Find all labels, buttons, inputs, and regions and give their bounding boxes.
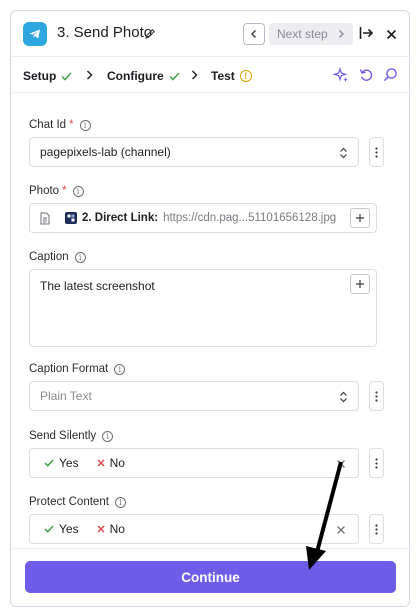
- clear-icon[interactable]: [336, 525, 346, 535]
- continue-button[interactable]: Continue: [25, 561, 396, 593]
- caption-textarea[interactable]: The latest screenshot: [29, 269, 377, 347]
- refresh-icon[interactable]: [359, 67, 374, 83]
- chevron-right-icon: [87, 70, 93, 80]
- photo-input[interactable]: 2. Direct Link: https://cdn.pag...511016…: [29, 203, 377, 233]
- caption-format-field: Caption Format i Plain Text: [29, 363, 384, 411]
- no-label: No: [109, 456, 125, 470]
- document-icon: [40, 212, 50, 224]
- more-options-button[interactable]: [369, 448, 384, 478]
- source-step-label: 2. Direct Link:: [82, 212, 159, 224]
- clear-icon[interactable]: [336, 459, 346, 469]
- kebab-icon: [375, 523, 378, 535]
- info-icon[interactable]: i: [114, 496, 126, 508]
- select-placeholder: Plain Text: [40, 389, 92, 403]
- caption-value: The latest screenshot: [40, 279, 155, 293]
- updown-chevron-icon: [340, 391, 347, 403]
- field-label: Chat Id: [29, 119, 67, 131]
- field-label: Caption: [29, 251, 69, 263]
- info-icon[interactable]: i: [72, 185, 84, 197]
- add-value-button[interactable]: [350, 208, 370, 228]
- step-title: 3. Send Photo: [57, 24, 153, 41]
- send-silently-toggle[interactable]: Yes No: [29, 448, 359, 478]
- kebab-icon: [375, 457, 378, 469]
- expand-right-icon[interactable]: [359, 25, 375, 46]
- kebab-icon: [375, 390, 378, 402]
- field-label: Protect Content: [29, 496, 109, 508]
- step-label: Configure: [107, 69, 164, 83]
- protect-content-field: Protect Content i Yes No: [29, 496, 384, 544]
- x-icon: [97, 459, 105, 467]
- field-label: Photo: [29, 185, 60, 197]
- check-icon: [44, 459, 54, 467]
- step-label: Setup: [23, 69, 57, 83]
- step-configure[interactable]: Configure: [107, 69, 180, 83]
- form-body: Chat Id * i pagepixels-lab (channel) Pho…: [11, 93, 409, 548]
- chat-id-select[interactable]: pagepixels-lab (channel): [29, 137, 359, 167]
- no-option[interactable]: No: [97, 522, 125, 536]
- info-icon[interactable]: i: [114, 363, 126, 375]
- chat-id-field: Chat Id * i pagepixels-lab (channel): [29, 119, 384, 167]
- check-icon: [44, 525, 54, 533]
- step-label: Test: [211, 69, 235, 83]
- next-step-label: Next step: [277, 27, 328, 41]
- step-panel: 3. Send Photo Next step Setup Configure: [10, 10, 410, 607]
- chevron-right-icon: [339, 30, 344, 38]
- no-option[interactable]: No: [97, 456, 125, 470]
- pagepixels-logo: [65, 212, 77, 224]
- required-mark: *: [69, 119, 74, 131]
- panel-header: 3. Send Photo Next step: [11, 11, 409, 57]
- updown-chevron-icon: [340, 147, 347, 159]
- yes-label: Yes: [59, 522, 79, 536]
- previous-step-button[interactable]: [243, 23, 265, 45]
- field-label: Send Silently: [29, 430, 97, 442]
- required-mark: *: [62, 185, 67, 197]
- info-icon[interactable]: i: [102, 430, 114, 442]
- more-options-button[interactable]: [369, 381, 384, 411]
- photo-field: Photo * i 2. Direct Link: https://cdn.pa…: [29, 185, 379, 233]
- chevron-right-icon: [192, 70, 198, 80]
- panel-footer: Continue: [11, 548, 409, 606]
- plus-icon: [356, 280, 364, 288]
- yes-option[interactable]: Yes: [44, 456, 79, 470]
- ai-sparkle-icon[interactable]: [333, 67, 349, 83]
- more-options-button[interactable]: [369, 137, 384, 167]
- field-label: Caption Format: [29, 363, 109, 375]
- plus-icon: [356, 214, 364, 222]
- caption-field: Caption i The latest screenshot: [29, 251, 379, 347]
- x-icon: [97, 525, 105, 533]
- close-icon[interactable]: [386, 27, 397, 45]
- yes-label: Yes: [59, 456, 79, 470]
- kebab-icon: [375, 146, 378, 158]
- add-value-button[interactable]: [350, 274, 370, 294]
- chevron-left-icon: [251, 30, 256, 38]
- info-icon[interactable]: i: [74, 251, 86, 263]
- send-silently-field: Send Silently i Yes No: [29, 430, 384, 478]
- select-value: pagepixels-lab (channel): [40, 145, 171, 159]
- steps-nav: Setup Configure Test !: [11, 57, 409, 93]
- more-options-button[interactable]: [369, 514, 384, 544]
- no-label: No: [109, 522, 125, 536]
- pencil-icon[interactable]: [144, 27, 156, 45]
- step-setup[interactable]: Setup: [23, 69, 72, 83]
- protect-content-toggle[interactable]: Yes No: [29, 514, 359, 544]
- check-icon: [169, 71, 180, 81]
- warning-icon: !: [239, 70, 252, 82]
- check-icon: [61, 71, 72, 81]
- next-step-button[interactable]: Next step: [269, 23, 353, 45]
- photo-url-value: https://cdn.pag...51101656128.jpg: [163, 212, 337, 224]
- telegram-logo: [23, 22, 47, 46]
- info-icon[interactable]: i: [79, 119, 91, 131]
- caption-format-select[interactable]: Plain Text: [29, 381, 359, 411]
- yes-option[interactable]: Yes: [44, 522, 79, 536]
- search-icon[interactable]: [383, 67, 398, 83]
- step-test[interactable]: Test !: [211, 69, 252, 83]
